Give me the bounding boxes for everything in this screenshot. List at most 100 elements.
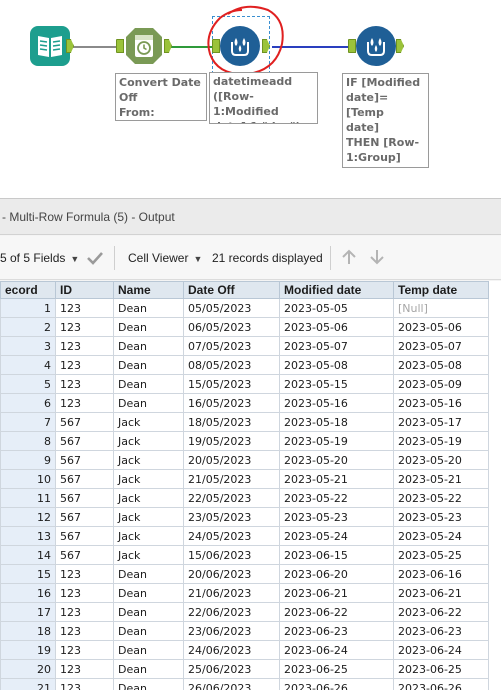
name-cell[interactable]: Dean <box>113 678 184 690</box>
name-cell[interactable]: Jack <box>113 469 184 489</box>
datetime-tool[interactable] <box>124 26 164 66</box>
name-cell[interactable]: Dean <box>113 659 184 679</box>
table-row[interactable]: 19 123 Dean 24/06/2023 2023-06-24 2023-06-24 <box>0 640 489 660</box>
formula2-output-anchor[interactable] <box>396 39 404 53</box>
record-number-cell[interactable]: 5 <box>0 374 56 394</box>
temp-date-cell[interactable]: 2023-06-25 <box>393 659 489 679</box>
record-number-cell[interactable]: 7 <box>0 412 56 432</box>
temp-date-cell[interactable]: 2023-05-06 <box>393 317 489 337</box>
record-number-cell[interactable]: 10 <box>0 469 56 489</box>
table-row[interactable]: 3 123 Dean 07/05/2023 2023-05-07 2023-05-07 <box>0 336 489 356</box>
record-number-cell[interactable]: 3 <box>0 336 56 356</box>
temp-date-cell[interactable]: 2023-05-16 <box>393 393 489 413</box>
date-off-cell[interactable]: 26/06/2023 <box>183 678 280 690</box>
date-off-cell[interactable]: 20/05/2023 <box>183 450 280 470</box>
temp-date-cell[interactable]: 2023-05-24 <box>393 526 489 546</box>
modified-date-cell[interactable]: 2023-05-20 <box>279 450 394 470</box>
date-off-cell[interactable]: 20/06/2023 <box>183 564 280 584</box>
table-row[interactable]: 8 567 Jack 19/05/2023 2023-05-19 2023-05-19 <box>0 431 489 451</box>
modified-date-cell[interactable]: 2023-06-24 <box>279 640 394 660</box>
date-off-cell[interactable]: 15/06/2023 <box>183 545 280 565</box>
id-cell[interactable]: 567 <box>55 412 114 432</box>
date-off-cell[interactable]: 24/05/2023 <box>183 526 280 546</box>
record-number-cell[interactable]: 12 <box>0 507 56 527</box>
multi-row-formula-tool-2[interactable] <box>356 26 396 66</box>
temp-date-cell[interactable]: 2023-06-24 <box>393 640 489 660</box>
temp-date-cell[interactable]: 2023-06-21 <box>393 583 489 603</box>
date-off-cell[interactable]: 24/06/2023 <box>183 640 280 660</box>
id-cell[interactable]: 123 <box>55 374 114 394</box>
id-column-header[interactable]: ID <box>55 281 114 299</box>
id-cell[interactable]: 567 <box>55 507 114 527</box>
id-cell[interactable]: 123 <box>55 336 114 356</box>
temp-date-cell[interactable]: 2023-05-07 <box>393 336 489 356</box>
date-off-cell[interactable]: 21/05/2023 <box>183 469 280 489</box>
name-cell[interactable]: Dean <box>113 355 184 375</box>
modified-date-cell[interactable]: 2023-05-24 <box>279 526 394 546</box>
id-cell[interactable]: 567 <box>55 545 114 565</box>
temp-date-cell[interactable]: 2023-05-19 <box>393 431 489 451</box>
input-output-anchor[interactable] <box>66 39 74 53</box>
table-row[interactable]: 12 567 Jack 23/05/2023 2023-05-23 2023-05-23 <box>0 507 489 527</box>
temp-date-cell[interactable]: 2023-05-09 <box>393 374 489 394</box>
record-number-cell[interactable]: 11 <box>0 488 56 508</box>
results-grid[interactable]: ecord ID Name Date Off Modified date Temp dat… <box>0 281 501 690</box>
temp-date-cell[interactable]: 2023-06-26 <box>393 678 489 690</box>
workflow-canvas[interactable]: Convert Date Off From: dd-MM-yyyy dateti… <box>0 0 501 198</box>
date-off-cell[interactable]: 16/05/2023 <box>183 393 280 413</box>
record-number-cell[interactable]: 20 <box>0 659 56 679</box>
modified-date-cell[interactable]: 2023-05-07 <box>279 336 394 356</box>
date-off-cell[interactable]: 25/06/2023 <box>183 659 280 679</box>
modified-date-cell[interactable]: 2023-05-22 <box>279 488 394 508</box>
date-off-cell[interactable]: 22/05/2023 <box>183 488 280 508</box>
modified-date-column-header[interactable]: Modified date <box>279 281 394 299</box>
modified-date-cell[interactable]: 2023-05-23 <box>279 507 394 527</box>
date-off-cell[interactable]: 07/05/2023 <box>183 336 280 356</box>
id-cell[interactable]: 567 <box>55 469 114 489</box>
temp-date-cell[interactable]: 2023-05-21 <box>393 469 489 489</box>
temp-date-cell[interactable]: 2023-05-22 <box>393 488 489 508</box>
datetime-output-anchor[interactable] <box>164 39 172 53</box>
scroll-down-button[interactable] <box>368 248 386 268</box>
table-row[interactable]: 13 567 Jack 24/05/2023 2023-05-24 2023-05-24 <box>0 526 489 546</box>
connector-input-to-datetime[interactable] <box>72 46 120 48</box>
name-cell[interactable]: Jack <box>113 507 184 527</box>
modified-date-cell[interactable]: 2023-05-15 <box>279 374 394 394</box>
cell-viewer-selector[interactable]: Cell Viewer ▼ <box>128 248 202 268</box>
table-row[interactable]: 4 123 Dean 08/05/2023 2023-05-08 2023-05-08 <box>0 355 489 375</box>
id-cell[interactable]: 123 <box>55 640 114 660</box>
table-row[interactable]: 20 123 Dean 25/06/2023 2023-06-25 2023-06-25 <box>0 659 489 679</box>
date-off-cell[interactable]: 08/05/2023 <box>183 355 280 375</box>
record-number-cell[interactable]: 6 <box>0 393 56 413</box>
record-number-cell[interactable]: 8 <box>0 431 56 451</box>
table-row[interactable]: 16 123 Dean 21/06/2023 2023-06-21 2023-06-21 <box>0 583 489 603</box>
modified-date-cell[interactable]: 2023-06-25 <box>279 659 394 679</box>
apply-check-button[interactable] <box>86 248 106 268</box>
formula2-input-anchor[interactable] <box>348 39 356 53</box>
date-off-cell[interactable]: 23/06/2023 <box>183 621 280 641</box>
id-cell[interactable]: 123 <box>55 583 114 603</box>
name-column-header[interactable]: Name <box>113 281 184 299</box>
record-number-cell[interactable]: 21 <box>0 678 56 690</box>
name-cell[interactable]: Dean <box>113 602 184 622</box>
id-cell[interactable]: 123 <box>55 317 114 337</box>
table-row[interactable]: 17 123 Dean 22/06/2023 2023-06-22 2023-06-22 <box>0 602 489 622</box>
modified-date-cell[interactable]: 2023-06-23 <box>279 621 394 641</box>
modified-date-cell[interactable]: 2023-06-22 <box>279 602 394 622</box>
table-row[interactable]: 15 123 Dean 20/06/2023 2023-06-20 2023-06-16 <box>0 564 489 584</box>
table-row[interactable]: 6 123 Dean 16/05/2023 2023-05-16 2023-05-16 <box>0 393 489 413</box>
date-off-column-header[interactable]: Date Off <box>183 281 280 299</box>
name-cell[interactable]: Jack <box>113 488 184 508</box>
name-cell[interactable]: Dean <box>113 640 184 660</box>
temp-date-cell[interactable]: 2023-06-16 <box>393 564 489 584</box>
name-cell[interactable]: Jack <box>113 450 184 470</box>
record-number-cell[interactable]: 17 <box>0 602 56 622</box>
temp-date-cell[interactable]: 2023-06-23 <box>393 621 489 641</box>
temp-date-cell[interactable]: 2023-05-20 <box>393 450 489 470</box>
date-off-cell[interactable]: 15/05/2023 <box>183 374 280 394</box>
name-cell[interactable]: Jack <box>113 526 184 546</box>
modified-date-cell[interactable]: 2023-06-15 <box>279 545 394 565</box>
id-cell[interactable]: 567 <box>55 488 114 508</box>
name-cell[interactable]: Dean <box>113 298 184 318</box>
scroll-up-button[interactable] <box>340 248 358 268</box>
